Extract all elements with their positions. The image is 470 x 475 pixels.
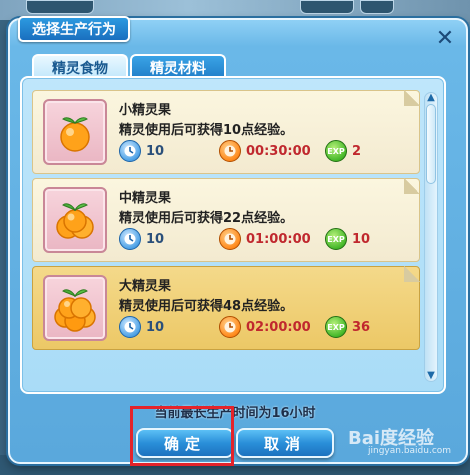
card-corner-fold <box>404 266 420 282</box>
cost-value: 10 <box>146 319 165 335</box>
scroll-down-icon[interactable]: ▼ <box>424 370 438 382</box>
cost-stat: 10 <box>119 227 164 251</box>
scrollbar-thumb[interactable] <box>426 104 436 184</box>
item-card-large-fruit[interactable]: 大精灵果 精灵使用后可获得48点经验。 10 02:00:00 EXP 36 <box>32 266 420 350</box>
cost-stat: 10 <box>119 315 164 339</box>
exp-value: 36 <box>352 319 371 335</box>
item-description: 精灵使用后可获得48点经验。 <box>119 299 294 314</box>
exp-value: 2 <box>352 143 362 159</box>
timer-icon <box>219 228 241 250</box>
item-name: 小精灵果 <box>119 103 172 118</box>
stopwatch-icon <box>119 140 141 162</box>
medium-fruit-icon <box>43 187 107 253</box>
time-value: 02:00:00 <box>246 319 311 335</box>
dialog-title: 选择生产行为 <box>18 16 130 42</box>
exp-icon: EXP <box>325 316 347 338</box>
exp-icon: EXP <box>325 140 347 162</box>
large-fruit-icon <box>43 275 107 341</box>
confirm-highlight-box <box>130 406 234 466</box>
exp-stat: EXP 2 <box>325 139 361 163</box>
watermark-url: jingyan.baidu.com <box>368 446 452 456</box>
item-name: 中精灵果 <box>119 191 172 206</box>
cancel-button[interactable]: 取消 <box>236 428 334 458</box>
item-card-small-fruit[interactable]: 小精灵果 精灵使用后可获得10点经验。 10 00:30:00 EXP 2 <box>32 90 420 174</box>
item-name: 大精灵果 <box>119 279 172 294</box>
small-fruit-icon <box>43 99 107 165</box>
background-tab <box>26 0 94 14</box>
cost-value: 10 <box>146 143 165 159</box>
close-icon[interactable]: ✕ <box>434 28 456 50</box>
background-tab <box>300 0 354 14</box>
item-description: 精灵使用后可获得10点经验。 <box>119 123 294 138</box>
exp-stat: EXP 36 <box>325 315 370 339</box>
time-stat: 01:00:00 <box>219 227 311 251</box>
exp-stat: EXP 10 <box>325 227 370 251</box>
stopwatch-icon <box>119 316 141 338</box>
card-corner-fold <box>404 90 420 106</box>
timer-icon <box>219 316 241 338</box>
exp-icon: EXP <box>325 228 347 250</box>
exp-value: 10 <box>352 231 371 247</box>
item-description: 精灵使用后可获得22点经验。 <box>119 211 294 226</box>
max-production-time-note: 当前最长生产时间为16小时 <box>154 406 316 421</box>
cost-value: 10 <box>146 231 165 247</box>
time-value: 01:00:00 <box>246 231 311 247</box>
cost-stat: 10 <box>119 139 164 163</box>
time-stat: 02:00:00 <box>219 315 311 339</box>
stopwatch-icon <box>119 228 141 250</box>
time-value: 00:30:00 <box>246 143 311 159</box>
scroll-up-icon[interactable]: ▲ <box>424 92 438 104</box>
time-stat: 00:30:00 <box>219 139 311 163</box>
item-card-medium-fruit[interactable]: 中精灵果 精灵使用后可获得22点经验。 10 01:00:00 EXP 10 <box>32 178 420 262</box>
background-tab <box>360 0 394 14</box>
card-corner-fold <box>404 178 420 194</box>
timer-icon <box>219 140 241 162</box>
